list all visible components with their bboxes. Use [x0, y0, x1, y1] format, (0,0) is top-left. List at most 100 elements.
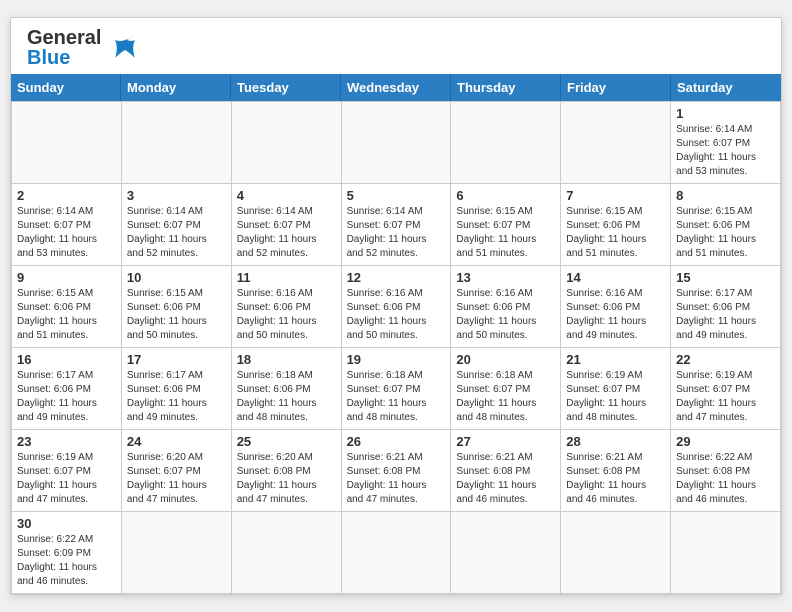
cell-info: Sunrise: 6:14 AMSunset: 6:07 PMDaylight:…	[676, 123, 775, 179]
calendar-cell: 30 Sunrise: 6:22 AMSunset: 6:09 PMDaylig…	[12, 512, 122, 594]
day-number: 17	[127, 352, 226, 367]
calendar-cell	[342, 102, 452, 184]
cell-info: Sunrise: 6:19 AMSunset: 6:07 PMDaylight:…	[676, 369, 775, 425]
calendar-cell: 10 Sunrise: 6:15 AMSunset: 6:06 PMDaylig…	[122, 266, 232, 348]
calendar-header: General Blue	[11, 18, 781, 74]
day-number: 14	[566, 270, 665, 285]
day-number: 26	[347, 434, 446, 449]
calendar-cell	[12, 102, 122, 184]
day-number: 22	[676, 352, 775, 367]
calendar-grid: 1 Sunrise: 6:14 AMSunset: 6:07 PMDayligh…	[11, 101, 781, 594]
calendar-cell: 4 Sunrise: 6:14 AMSunset: 6:07 PMDayligh…	[232, 184, 342, 266]
calendar-cell: 7 Sunrise: 6:15 AMSunset: 6:06 PMDayligh…	[561, 184, 671, 266]
day-number: 6	[456, 188, 555, 203]
cell-info: Sunrise: 6:14 AMSunset: 6:07 PMDaylight:…	[237, 205, 336, 261]
cell-info: Sunrise: 6:14 AMSunset: 6:07 PMDaylight:…	[347, 205, 446, 261]
calendar-cell: 24 Sunrise: 6:20 AMSunset: 6:07 PMDaylig…	[122, 430, 232, 512]
day-number: 8	[676, 188, 775, 203]
day-number: 12	[347, 270, 446, 285]
cell-info: Sunrise: 6:18 AMSunset: 6:06 PMDaylight:…	[237, 369, 336, 425]
calendar-cell: 12 Sunrise: 6:16 AMSunset: 6:06 PMDaylig…	[342, 266, 452, 348]
cell-info: Sunrise: 6:16 AMSunset: 6:06 PMDaylight:…	[347, 287, 446, 343]
calendar-cell: 3 Sunrise: 6:14 AMSunset: 6:07 PMDayligh…	[122, 184, 232, 266]
day-number: 1	[676, 106, 775, 121]
day-number: 18	[237, 352, 336, 367]
calendar-cell: 9 Sunrise: 6:15 AMSunset: 6:06 PMDayligh…	[12, 266, 122, 348]
cell-info: Sunrise: 6:15 AMSunset: 6:07 PMDaylight:…	[456, 205, 555, 261]
cell-info: Sunrise: 6:19 AMSunset: 6:07 PMDaylight:…	[17, 451, 116, 507]
cell-info: Sunrise: 6:14 AMSunset: 6:07 PMDaylight:…	[17, 205, 116, 261]
calendar-cell: 20 Sunrise: 6:18 AMSunset: 6:07 PMDaylig…	[451, 348, 561, 430]
calendar-container: General Blue Sunday Monday Tuesday Wedne…	[10, 17, 782, 595]
logo-icon	[107, 30, 143, 66]
day-number: 11	[237, 270, 336, 285]
day-header-wednesday: Wednesday	[341, 74, 451, 101]
calendar-cell	[451, 102, 561, 184]
day-number: 20	[456, 352, 555, 367]
cell-info: Sunrise: 6:15 AMSunset: 6:06 PMDaylight:…	[127, 287, 226, 343]
cell-info: Sunrise: 6:15 AMSunset: 6:06 PMDaylight:…	[566, 205, 665, 261]
calendar-cell	[232, 102, 342, 184]
day-number: 9	[17, 270, 116, 285]
calendar-cell	[561, 512, 671, 594]
cell-info: Sunrise: 6:15 AMSunset: 6:06 PMDaylight:…	[17, 287, 116, 343]
logo-area: General Blue	[27, 28, 143, 68]
calendar-cell: 19 Sunrise: 6:18 AMSunset: 6:07 PMDaylig…	[342, 348, 452, 430]
calendar-cell: 2 Sunrise: 6:14 AMSunset: 6:07 PMDayligh…	[12, 184, 122, 266]
day-number: 13	[456, 270, 555, 285]
cell-info: Sunrise: 6:17 AMSunset: 6:06 PMDaylight:…	[676, 287, 775, 343]
cell-info: Sunrise: 6:16 AMSunset: 6:06 PMDaylight:…	[237, 287, 336, 343]
cell-info: Sunrise: 6:20 AMSunset: 6:07 PMDaylight:…	[127, 451, 226, 507]
day-number: 29	[676, 434, 775, 449]
cell-info: Sunrise: 6:18 AMSunset: 6:07 PMDaylight:…	[347, 369, 446, 425]
cell-info: Sunrise: 6:17 AMSunset: 6:06 PMDaylight:…	[127, 369, 226, 425]
cell-info: Sunrise: 6:18 AMSunset: 6:07 PMDaylight:…	[456, 369, 555, 425]
calendar-cell: 25 Sunrise: 6:20 AMSunset: 6:08 PMDaylig…	[232, 430, 342, 512]
logo-text: General Blue	[27, 28, 101, 68]
day-number: 15	[676, 270, 775, 285]
cell-info: Sunrise: 6:21 AMSunset: 6:08 PMDaylight:…	[566, 451, 665, 507]
calendar-cell: 21 Sunrise: 6:19 AMSunset: 6:07 PMDaylig…	[561, 348, 671, 430]
calendar-cell: 27 Sunrise: 6:21 AMSunset: 6:08 PMDaylig…	[451, 430, 561, 512]
day-header-saturday: Saturday	[671, 74, 781, 101]
day-number: 25	[237, 434, 336, 449]
calendar-cell	[342, 512, 452, 594]
calendar-cell: 6 Sunrise: 6:15 AMSunset: 6:07 PMDayligh…	[451, 184, 561, 266]
cell-info: Sunrise: 6:16 AMSunset: 6:06 PMDaylight:…	[566, 287, 665, 343]
calendar-cell	[561, 102, 671, 184]
day-number: 10	[127, 270, 226, 285]
cell-info: Sunrise: 6:21 AMSunset: 6:08 PMDaylight:…	[347, 451, 446, 507]
day-number: 16	[17, 352, 116, 367]
cell-info: Sunrise: 6:19 AMSunset: 6:07 PMDaylight:…	[566, 369, 665, 425]
day-number: 28	[566, 434, 665, 449]
day-number: 19	[347, 352, 446, 367]
calendar-cell: 16 Sunrise: 6:17 AMSunset: 6:06 PMDaylig…	[12, 348, 122, 430]
day-number: 4	[237, 188, 336, 203]
day-header-tuesday: Tuesday	[231, 74, 341, 101]
cell-info: Sunrise: 6:17 AMSunset: 6:06 PMDaylight:…	[17, 369, 116, 425]
calendar-cell: 15 Sunrise: 6:17 AMSunset: 6:06 PMDaylig…	[671, 266, 781, 348]
calendar-cell: 26 Sunrise: 6:21 AMSunset: 6:08 PMDaylig…	[342, 430, 452, 512]
day-header-friday: Friday	[561, 74, 671, 101]
calendar-cell	[451, 512, 561, 594]
logo-wrapper: General Blue	[27, 28, 143, 68]
calendar-cell: 18 Sunrise: 6:18 AMSunset: 6:06 PMDaylig…	[232, 348, 342, 430]
calendar-cell	[122, 102, 232, 184]
calendar-cell: 13 Sunrise: 6:16 AMSunset: 6:06 PMDaylig…	[451, 266, 561, 348]
day-header-thursday: Thursday	[451, 74, 561, 101]
calendar-cell: 17 Sunrise: 6:17 AMSunset: 6:06 PMDaylig…	[122, 348, 232, 430]
day-number: 27	[456, 434, 555, 449]
day-number: 30	[17, 516, 116, 531]
calendar-cell: 23 Sunrise: 6:19 AMSunset: 6:07 PMDaylig…	[12, 430, 122, 512]
day-number: 23	[17, 434, 116, 449]
cell-info: Sunrise: 6:15 AMSunset: 6:06 PMDaylight:…	[676, 205, 775, 261]
day-number: 7	[566, 188, 665, 203]
cell-info: Sunrise: 6:20 AMSunset: 6:08 PMDaylight:…	[237, 451, 336, 507]
day-header-sunday: Sunday	[11, 74, 121, 101]
cell-info: Sunrise: 6:21 AMSunset: 6:08 PMDaylight:…	[456, 451, 555, 507]
calendar-cell: 28 Sunrise: 6:21 AMSunset: 6:08 PMDaylig…	[561, 430, 671, 512]
calendar-cell	[232, 512, 342, 594]
calendar-cell: 14 Sunrise: 6:16 AMSunset: 6:06 PMDaylig…	[561, 266, 671, 348]
day-number: 21	[566, 352, 665, 367]
calendar-cell	[122, 512, 232, 594]
